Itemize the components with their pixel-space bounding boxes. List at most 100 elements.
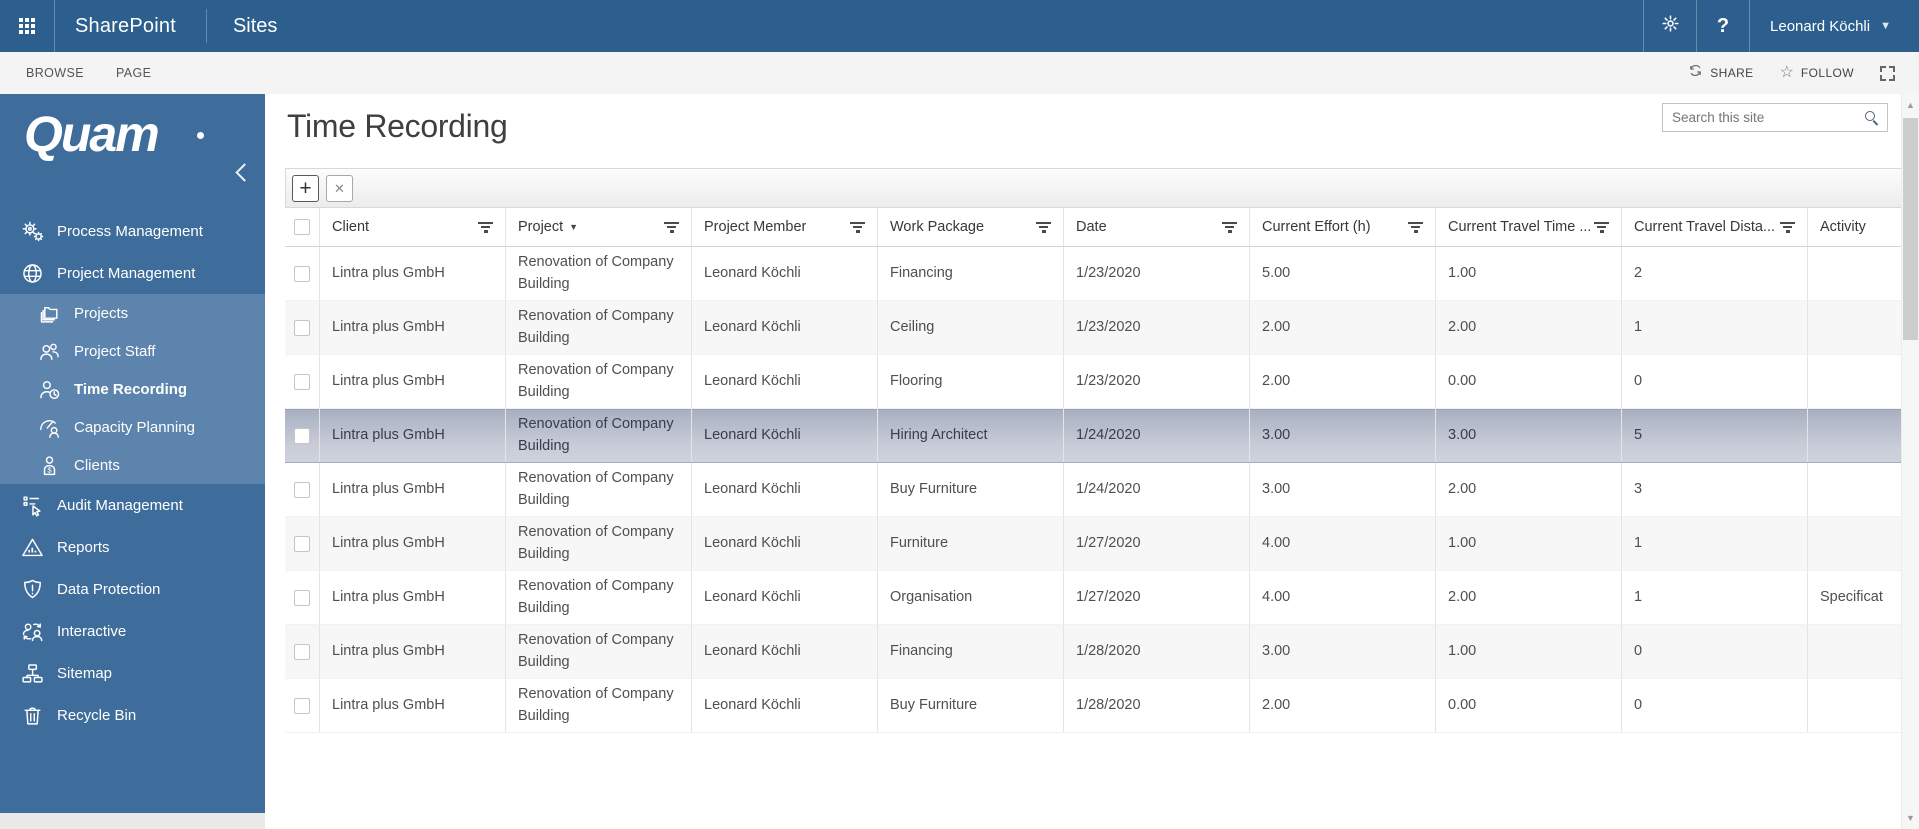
filter-icon[interactable]	[1404, 221, 1427, 233]
scrollbar-thumb[interactable]	[1903, 118, 1918, 340]
cell-project: Renovation of Company Building	[505, 247, 691, 300]
sidebar-item-projects[interactable]: Projects	[0, 294, 265, 332]
sidebar-item-reports[interactable]: Reports	[0, 526, 265, 568]
row-checkbox[interactable]	[294, 589, 310, 606]
cell-select	[285, 679, 319, 732]
column-header-project[interactable]: Project ▼	[505, 208, 691, 246]
add-record-button[interactable]: +	[292, 174, 319, 202]
cell-value: 2.00	[1448, 588, 1477, 605]
column-header-client[interactable]: Client	[319, 208, 505, 246]
sidebar-item-interactive[interactable]: Interactive	[0, 610, 265, 652]
cell-select	[285, 355, 319, 408]
cell-value: Renovation of Company Building	[518, 254, 674, 292]
table-row[interactable]: Lintra plus GmbH Renovation of Company Bu…	[285, 679, 1902, 733]
cell-activity	[1807, 247, 1902, 300]
cell-effort: 4.00	[1249, 571, 1435, 624]
filter-icon[interactable]	[474, 221, 497, 233]
cell-value: Renovation of Company Building	[518, 416, 674, 454]
row-checkbox[interactable]	[294, 535, 310, 552]
table-row[interactable]: Lintra plus GmbH Renovation of Company Bu…	[285, 625, 1902, 679]
cell-select	[285, 625, 319, 678]
row-checkbox[interactable]	[294, 697, 310, 714]
sidebar-item-capacity-planning[interactable]: Capacity Planning	[0, 408, 265, 446]
search-input[interactable]	[1663, 106, 1864, 129]
user-name: Leonard Köchli	[1770, 17, 1871, 35]
select-all-checkbox[interactable]	[294, 219, 310, 235]
focus-on-content-button[interactable]	[1880, 65, 1895, 81]
row-checkbox[interactable]	[294, 427, 310, 444]
sidebar-item-data-protection[interactable]: Data Protection	[0, 568, 265, 610]
cell-client: Lintra plus GmbH	[319, 463, 505, 516]
table-row[interactable]: Lintra plus GmbH Renovation of Company Bu…	[285, 571, 1902, 625]
cell-date: 1/23/2020	[1063, 247, 1249, 300]
filter-icon[interactable]	[1032, 221, 1055, 233]
table-row[interactable]: Lintra plus GmbH Renovation of Company Bu…	[285, 517, 1902, 571]
help-button[interactable]: ?	[1697, 0, 1749, 52]
column-header-current-effort-h[interactable]: Current Effort (h)	[1249, 208, 1435, 246]
column-header-label: Current Effort (h)	[1262, 219, 1371, 235]
scroll-down-arrow-icon[interactable]: ▼	[1902, 813, 1919, 823]
filter-icon[interactable]	[1218, 221, 1241, 233]
follow-button[interactable]: ☆ FOLLOW	[1780, 65, 1854, 81]
filter-icon[interactable]	[1776, 221, 1799, 233]
filter-icon[interactable]	[1590, 221, 1613, 233]
scroll-up-arrow-icon[interactable]: ▲	[1902, 100, 1919, 110]
row-checkbox[interactable]	[294, 643, 310, 660]
cell-date: 1/23/2020	[1063, 355, 1249, 408]
suite-bar-section[interactable]: Sites	[207, 15, 303, 38]
svg-text:$: $	[47, 465, 51, 474]
cell-value: 3.00	[1262, 642, 1291, 659]
cell-date: 1/24/2020	[1063, 463, 1249, 516]
row-checkbox[interactable]	[294, 373, 310, 390]
column-header-activity[interactable]: Activity	[1807, 208, 1902, 246]
table-row[interactable]: Lintra plus GmbH Renovation of Company Bu…	[285, 463, 1902, 517]
cell-date: 1/27/2020	[1063, 571, 1249, 624]
sidebar-item-sitemap[interactable]: Sitemap	[0, 652, 265, 694]
cell-effort: 3.00	[1249, 625, 1435, 678]
filter-icon[interactable]	[660, 221, 683, 233]
clear-selection-button[interactable]: ✕	[326, 174, 353, 202]
cell-project: Renovation of Company Building	[505, 409, 691, 462]
column-header-project-member[interactable]: Project Member	[691, 208, 877, 246]
cell-value: Buy Furniture	[890, 696, 978, 713]
filter-icon[interactable]	[846, 221, 869, 233]
column-header-date[interactable]: Date	[1063, 208, 1249, 246]
user-menu[interactable]: Leonard Köchli ▼	[1750, 18, 1919, 35]
row-checkbox[interactable]	[294, 481, 310, 498]
sidebar-item-project-management[interactable]: Project Management	[0, 252, 265, 294]
app-launcher-button[interactable]	[0, 0, 54, 52]
ribbon-tabs: BROWSE PAGE	[0, 66, 151, 80]
table-row[interactable]: Lintra plus GmbH Renovation of Company Bu…	[285, 355, 1902, 409]
vertical-scrollbar[interactable]: ▲ ▼	[1901, 94, 1919, 829]
cell-effort: 2.00	[1249, 679, 1435, 732]
cell-travel-time: 2.00	[1435, 301, 1621, 354]
ribbon-tab-page[interactable]: PAGE	[116, 66, 151, 80]
column-header-current-travel-time[interactable]: Current Travel Time ...	[1435, 208, 1621, 246]
cell-value: Hiring Architect	[890, 426, 988, 443]
sidebar-item-clients[interactable]: $ Clients	[0, 446, 265, 484]
column-header-label: Project Member	[704, 219, 807, 235]
cell-value: Renovation of Company Building	[518, 632, 674, 670]
share-button[interactable]: SHARE	[1688, 63, 1753, 83]
cell-value: Lintra plus GmbH	[332, 696, 445, 713]
sidebar-item-process-management[interactable]: Process Management	[0, 210, 265, 252]
sidebar-item-project-staff[interactable]: Project Staff	[0, 332, 265, 370]
sidebar-item-audit-management[interactable]: Audit Management	[0, 484, 265, 526]
search-magnifier-icon[interactable]	[1864, 110, 1880, 126]
table-row[interactable]: Lintra plus GmbH Renovation of Company Bu…	[285, 301, 1902, 355]
ribbon-tab-browse[interactable]: BROWSE	[26, 66, 84, 80]
suite-bar-app-name[interactable]: SharePoint	[55, 15, 206, 38]
cell-value: Renovation of Company Building	[518, 578, 674, 616]
row-checkbox[interactable]	[294, 265, 310, 282]
row-checkbox[interactable]	[294, 319, 310, 336]
column-header-current-travel-dista[interactable]: Current Travel Dista...	[1621, 208, 1807, 246]
site-logo[interactable]: Quam	[0, 94, 265, 170]
sidebar-item-time-recording[interactable]: Time Recording	[0, 370, 265, 408]
settings-button[interactable]	[1644, 0, 1696, 52]
cell-work-package: Buy Furniture	[877, 463, 1063, 516]
sidebar-nav: Process Management Project Management Proj…	[0, 210, 265, 736]
column-header-work-package[interactable]: Work Package	[877, 208, 1063, 246]
sidebar-item-recycle-bin[interactable]: Recycle Bin	[0, 694, 265, 736]
table-row[interactable]: Lintra plus GmbH Renovation of Company Bu…	[285, 409, 1902, 463]
table-row[interactable]: Lintra plus GmbH Renovation of Company Bu…	[285, 247, 1902, 301]
